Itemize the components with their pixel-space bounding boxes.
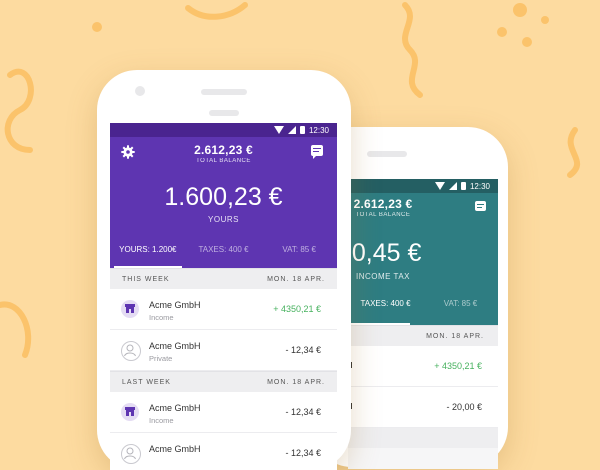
status-time: 12:30 <box>308 125 329 135</box>
status-time: 12:30 <box>469 181 490 191</box>
tab-vat[interactable]: VAT: 85 € <box>261 237 337 268</box>
transaction-name: Acme GmbH <box>149 444 201 454</box>
transaction-row[interactable]: Acme GmbH - 12,34 € <box>110 433 337 470</box>
back-transaction-row-1[interactable]: + 4350,21 € <box>348 346 498 387</box>
total-balance-value: 2.612,23 € <box>194 143 253 157</box>
tab-vat[interactable]: VAT: 85 € <box>423 291 498 325</box>
section-title: THIS WEEK <box>122 275 170 283</box>
wifi-icon <box>434 182 445 190</box>
front-phone: 12:30 2.612,23 € TOTAL BALANCE 1.600,23 … <box>97 70 351 470</box>
transaction-name: Acme GmbH <box>149 341 201 351</box>
back-section-header: MON. 18 APR. <box>348 325 498 347</box>
section-header-last-week: LAST WEEK MON. 18 APR. <box>110 371 337 393</box>
section-header-this-week: THIS WEEK MON. 18 APR. <box>110 268 337 290</box>
section-date: MON. 18 APR. <box>267 378 325 386</box>
store-icon <box>121 300 139 318</box>
signal-icon <box>287 126 296 134</box>
tab-yours[interactable]: YOURS: 1.200€ <box>110 237 186 268</box>
transaction-row[interactable]: Acme GmbH Private - 12,34 € <box>110 330 337 371</box>
chat-icon[interactable] <box>475 201 486 211</box>
transaction-amount: + 4350,21 € <box>434 361 482 371</box>
transaction-category: Income <box>149 313 174 322</box>
section-date: MON. 18 APR. <box>426 332 484 340</box>
transaction-name: Acme GmbH <box>149 300 201 310</box>
person-icon <box>121 444 141 464</box>
back-section-header-2 <box>348 428 498 448</box>
battery-icon <box>460 182 466 190</box>
transaction-amount: - 12,34 € <box>285 407 321 417</box>
transaction-amount: - 12,34 € <box>285 345 321 355</box>
front-main-label: YOURS <box>208 215 239 224</box>
front-phone-speaker <box>201 89 247 95</box>
store-icon <box>121 403 139 421</box>
back-status-bar: 12:30 <box>348 179 498 193</box>
total-balance-label: TOTAL BALANCE <box>355 212 411 218</box>
back-transaction-row-2[interactable]: - 20,00 € <box>348 387 498 428</box>
back-main-value: 00,45 € <box>348 239 422 267</box>
transaction-name: Acme GmbH <box>149 403 201 413</box>
total-balance-label: TOTAL BALANCE <box>196 158 251 164</box>
transaction-amount: - 20,00 € <box>446 402 482 412</box>
tab-taxes[interactable]: TAXES: 400 € <box>348 291 423 325</box>
section-title: LAST WEEK <box>122 378 171 386</box>
front-total-balance: 2.612,23 € TOTAL BALANCE <box>110 143 337 164</box>
back-tabs: TAXES: 400 € VAT: 85 € <box>348 291 498 325</box>
battery-icon <box>299 126 305 134</box>
transaction-category: Income <box>149 416 174 425</box>
front-phone-sensor <box>209 110 239 116</box>
transaction-category: Private <box>149 354 173 363</box>
transaction-amount: + 4350,21 € <box>273 304 321 314</box>
transaction-row[interactable]: Acme GmbH Income - 12,34 € <box>110 392 337 433</box>
back-phone-speaker <box>367 151 407 157</box>
wifi-icon <box>273 126 284 134</box>
back-phone-screen: 12:30 2.612,23 € TOTAL BALANCE 00,45 € I… <box>348 179 498 469</box>
back-main-label: INCOME TAX <box>355 272 411 281</box>
front-phone-camera <box>135 86 145 96</box>
front-tabs: YOURS: 1.200€ TAXES: 400 € VAT: 85 € <box>110 237 337 268</box>
signal-icon <box>448 182 457 190</box>
transaction-row[interactable]: Acme GmbH Income + 4350,21 € <box>110 289 337 330</box>
front-main-value: 1.600,23 € <box>164 183 283 211</box>
front-phone-screen: 12:30 2.612,23 € TOTAL BALANCE 1.600,23 … <box>110 123 337 470</box>
total-balance-value: 2.612,23 € <box>353 197 413 211</box>
back-total-balance: 2.612,23 € TOTAL BALANCE <box>348 197 418 218</box>
person-icon <box>121 341 141 361</box>
tab-taxes[interactable]: TAXES: 400 € <box>186 237 262 268</box>
front-status-bar: 12:30 <box>110 123 337 137</box>
section-date: MON. 18 APR. <box>267 275 325 283</box>
